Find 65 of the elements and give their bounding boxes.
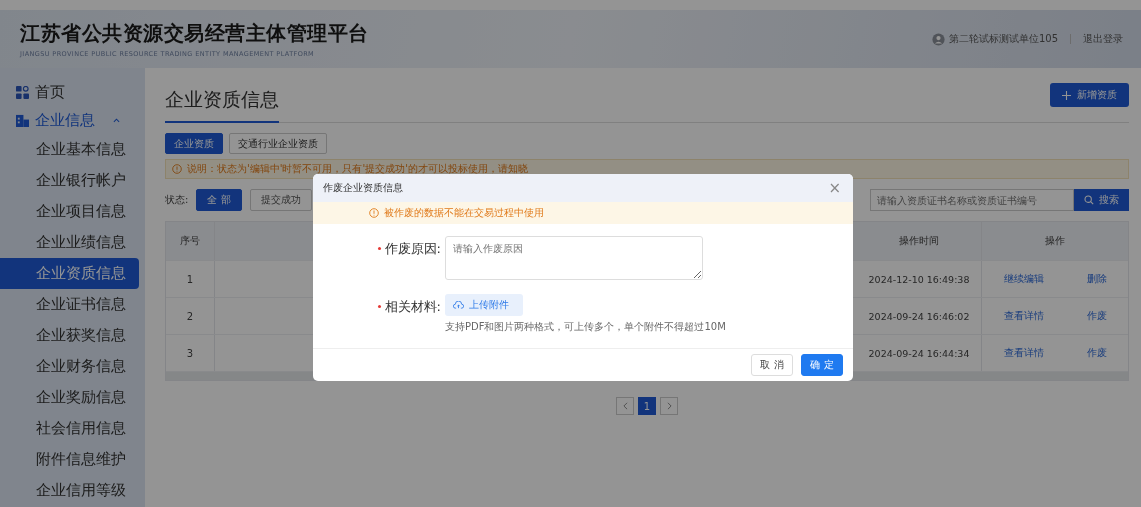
next-page-button[interactable] (660, 397, 678, 415)
table-cell: 2024-09-24 16:46:02 (857, 298, 982, 334)
table-cell: 1 (166, 261, 215, 297)
search-field[interactable]: 请输入资质证书名称或资质证书编号 (870, 189, 1074, 211)
close-button[interactable]: × (828, 180, 841, 196)
column-header: 操作时间 (857, 222, 982, 260)
table-cell: 2024-12-10 16:49:38 (857, 261, 982, 297)
info-icon (369, 208, 379, 219)
table-cell: 2 (166, 298, 215, 334)
logout-link[interactable]: 退出登录 (1083, 32, 1123, 46)
status-filter[interactable]: 全 部 (196, 189, 242, 211)
user-icon (931, 32, 945, 46)
tab[interactable]: 企业资质 (165, 133, 223, 154)
action-link[interactable]: 作废 (1086, 346, 1107, 360)
sidebar-item[interactable]: 企业业绩信息 (0, 227, 145, 258)
sidebar-item[interactable]: 企业项目信息 (0, 196, 145, 227)
search-button[interactable]: 搜索 (1074, 189, 1129, 211)
field-label: 作废原因: (384, 239, 441, 258)
action-link[interactable]: 查看详情 (1003, 346, 1044, 360)
confirm-button[interactable]: 确 定 (801, 353, 843, 376)
notice-text: 说明：状态为'编辑中'时暂不可用，只有'提交成功'的才可以投标使用，请知晓 (187, 162, 528, 176)
chevron-right-icon (666, 402, 672, 410)
previous-page-button[interactable] (616, 397, 634, 415)
sidebar-item[interactable]: 社会信用信息 (0, 413, 145, 444)
action-link[interactable]: 查看详情 (1003, 309, 1044, 323)
platform-title: 江苏省公共资源交易经营主体管理平台 (20, 20, 369, 47)
sidebar-item[interactable]: 附件信息维护 (0, 444, 145, 475)
building-icon (16, 113, 29, 127)
search-icon (1084, 195, 1094, 205)
add-button[interactable]: 新增资质 (1050, 83, 1129, 107)
page-title: 企业资质信息 (165, 74, 279, 123)
sidebar-item[interactable]: 企业奖励信息 (0, 382, 145, 413)
info-icon (172, 164, 182, 174)
warning-text: 被作废的数据不能在交易过程中使用 (384, 206, 544, 221)
status-filter[interactable]: 提交成功 (249, 189, 312, 211)
table-cell: 2024-09-24 16:44:34 (857, 335, 982, 371)
grid-icon (16, 85, 29, 99)
cloud-upload-icon (453, 300, 464, 309)
action-link[interactable]: 作废 (1086, 309, 1107, 323)
sidebar-item[interactable]: 企业银行帐户 (0, 165, 145, 196)
dialog-title: 作废企业资质信息 (323, 181, 403, 196)
sidebar-item[interactable]: 企业信用等级 (0, 475, 145, 506)
sidebar-item[interactable]: 企业信息 (0, 106, 145, 134)
cancel-button[interactable]: 取 消 (751, 353, 793, 376)
action-link[interactable]: 删除 (1086, 272, 1107, 286)
sidebar-item[interactable]: 首页 (0, 78, 145, 106)
reason-field[interactable]: 请输入作废原因 (445, 235, 703, 280)
sidebar-item[interactable]: 企业资质信息 (0, 258, 139, 289)
table-cell: 3 (166, 335, 215, 371)
plus-icon (1062, 90, 1071, 100)
upload-hint: 支持PDF和图片两种格式，可上传多个，单个附件不得超过10M (445, 319, 726, 334)
chevron-left-icon (622, 402, 628, 410)
tab[interactable]: 交通行业企业资质 (229, 133, 327, 154)
sidebar-item[interactable]: 企业获奖信息 (0, 320, 145, 351)
column-header: 操作 (1044, 234, 1066, 248)
sidebar-item[interactable]: 企业基本信息 (0, 134, 145, 165)
column-header: 序号 (166, 222, 215, 260)
sidebar-item[interactable]: 企业财务信息 (0, 351, 145, 382)
page-button[interactable]: 1 (638, 397, 656, 415)
status-label: 状态: (165, 193, 189, 207)
field-label: 相关材料: (384, 297, 441, 316)
sidebar-item[interactable]: 企业证书信息 (0, 289, 145, 320)
action-link[interactable]: 继续编辑 (1003, 272, 1044, 286)
caret-icon (113, 117, 120, 123)
upload-button[interactable]: 上传附件 (445, 293, 523, 316)
